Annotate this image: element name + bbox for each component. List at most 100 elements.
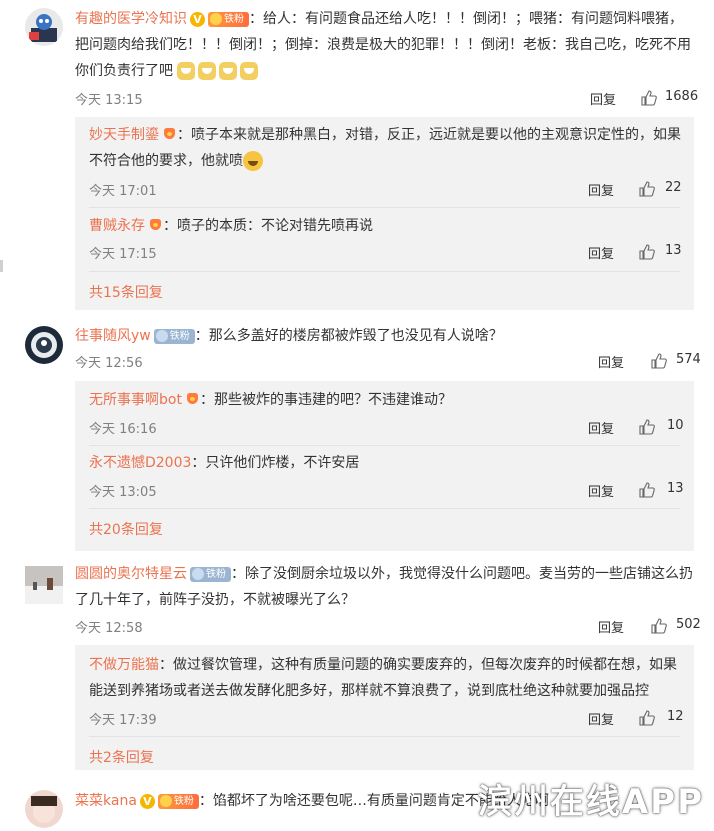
avatar-photo-icon bbox=[25, 566, 63, 604]
avatar-photo-icon bbox=[31, 796, 57, 823]
divider bbox=[89, 508, 680, 509]
author-name[interactable]: 妙天手制鎏 bbox=[89, 127, 159, 143]
fan-heart-icon bbox=[148, 218, 163, 234]
fan-badge-label: 铁粉 bbox=[206, 568, 226, 580]
like-icon[interactable] bbox=[639, 419, 655, 435]
divider bbox=[89, 271, 680, 272]
comment-body: 往事随风yw 铁粉 ：那么多盖好的楼房都被炸毁了也没见有人说啥？ bbox=[75, 323, 694, 349]
sub-replies: 无所事事啊bot ：那些被炸的事违建的吧？不违建谁动？ 今天 16:16 回复 1… bbox=[75, 381, 694, 551]
scroll-marker bbox=[0, 260, 3, 272]
avatar[interactable] bbox=[25, 790, 63, 828]
sub-reply: 永不遗憾D2003：只许他们炸楼，不许安居 bbox=[89, 450, 684, 476]
sub-reply: 妙天手制鎏 ：喷子本来就是那种黑白，对错，反正，远近就是要以他的主观意识定性的，如… bbox=[89, 122, 684, 174]
avatar[interactable] bbox=[25, 326, 63, 364]
like-icon[interactable] bbox=[639, 710, 655, 726]
like-icon[interactable] bbox=[639, 181, 655, 197]
like-count: 574 bbox=[676, 352, 701, 367]
sub-reply: 无所事事啊bot ：那些被炸的事违建的吧？不违建谁动？ bbox=[89, 387, 684, 413]
reply-text: ：只许他们炸楼，不许安居 bbox=[191, 455, 360, 471]
like-icon[interactable] bbox=[641, 90, 657, 106]
sub-reply-meta: 今天 17:39 回复 12 bbox=[89, 709, 684, 729]
verified-icon: V bbox=[139, 793, 155, 809]
reply-button[interactable]: 回复 bbox=[588, 418, 614, 437]
author-name[interactable]: 无所事事啊bot bbox=[89, 392, 182, 408]
fan-badge-label: 铁粉 bbox=[169, 330, 190, 342]
sub-reply-meta: 今天 16:16 回复 10 bbox=[89, 418, 684, 438]
reply-text: ：喷子本来就是那种黑白，对错，反正，远近就是要以他的主观意识定性的，如果不符合他… bbox=[89, 127, 681, 169]
comment-body: 圆圆的奥尔特星云 铁粉 ：除了没倒厨余垃圾以外，我觉得没什么问题吧。麦当劳的一些店铺… bbox=[75, 561, 694, 613]
emoji-cat-icon bbox=[240, 62, 259, 80]
avatar-illustration-icon bbox=[31, 332, 57, 358]
crown-icon bbox=[192, 567, 204, 580]
fan-badge-label: 铁粉 bbox=[173, 795, 194, 807]
like-count: 13 bbox=[667, 481, 684, 496]
reply-button[interactable]: 回复 bbox=[598, 352, 624, 371]
like-count: 10 bbox=[667, 418, 684, 433]
sub-replies: 妙天手制鎏 ：喷子本来就是那种黑白，对错，反正，远近就是要以他的主观意识定性的，如… bbox=[75, 117, 694, 310]
timestamp: 今天 17:39 bbox=[89, 713, 157, 728]
author-name[interactable]: 往事随风yw bbox=[75, 328, 151, 344]
comment-meta: 今天 12:58 回复 502 bbox=[75, 617, 701, 637]
like-count: 22 bbox=[665, 180, 682, 195]
sub-reply: 曹贼永存 ：喷子的本质：不论对错先喷再说 bbox=[89, 213, 684, 239]
reply-text: ：做过餐饮管理，这种有质量问题的确实要废弃的，但每次废弃的时候都在想，如果能送到… bbox=[89, 657, 677, 699]
timestamp: 今天 17:01 bbox=[89, 184, 157, 199]
fan-badge[interactable]: 铁粉 bbox=[190, 566, 231, 582]
more-replies-link[interactable]: 共15条回复 bbox=[89, 282, 163, 302]
timestamp: 今天 13:05 bbox=[89, 485, 157, 500]
like-icon[interactable] bbox=[639, 244, 655, 260]
crown-icon bbox=[155, 329, 168, 342]
sub-reply-meta: 今天 13:05 回复 13 bbox=[89, 481, 684, 501]
author-name[interactable]: 有趣的医学冷知识 bbox=[75, 11, 187, 27]
reply-button[interactable]: 回复 bbox=[588, 481, 614, 500]
reply-button[interactable]: 回复 bbox=[598, 617, 624, 636]
avatar-illustration-icon bbox=[29, 14, 57, 42]
sub-reply-meta: 今天 17:01 回复 22 bbox=[89, 180, 684, 200]
timestamp: 今天 12:56 bbox=[75, 356, 143, 371]
timestamp: 今天 12:58 bbox=[75, 621, 143, 636]
divider bbox=[89, 445, 680, 446]
emoji-laugh-icon bbox=[243, 151, 263, 171]
more-replies-link[interactable]: 共20条回复 bbox=[89, 519, 163, 539]
verified-icon: V bbox=[190, 11, 205, 27]
fan-heart-icon bbox=[185, 392, 200, 408]
emoji-cat-icon bbox=[198, 62, 217, 80]
fan-badge[interactable]: 铁粉 bbox=[157, 793, 199, 809]
more-replies-link[interactable]: 共2条回复 bbox=[89, 747, 154, 767]
crown-icon bbox=[159, 794, 172, 807]
comment-text: ：那么多盖好的楼房都被炸毁了也没见有人说啥？ bbox=[194, 328, 503, 344]
watermark: 滨州在线APP bbox=[477, 782, 704, 822]
author-name[interactable]: 永不遗憾D2003 bbox=[89, 455, 191, 471]
timestamp: 今天 16:16 bbox=[89, 422, 157, 437]
reply-button[interactable]: 回复 bbox=[590, 89, 616, 108]
author-name[interactable]: 圆圆的奥尔特星云 bbox=[75, 566, 187, 582]
reply-button[interactable]: 回复 bbox=[588, 243, 614, 262]
like-icon[interactable] bbox=[639, 482, 655, 498]
fan-badge[interactable]: 铁粉 bbox=[208, 11, 249, 27]
like-icon[interactable] bbox=[651, 618, 667, 634]
comment-body: 有趣的医学冷知识 V 铁粉 ：给人：有问题食品还给人吃！！！倒闭！；喂猪：有问题饲料喂… bbox=[75, 6, 694, 84]
fan-badge[interactable]: 铁粉 bbox=[153, 328, 195, 344]
like-count: 1686 bbox=[665, 89, 699, 104]
divider bbox=[89, 736, 680, 737]
reply-button[interactable]: 回复 bbox=[588, 709, 614, 728]
divider bbox=[89, 207, 680, 208]
timestamp: 今天 17:15 bbox=[89, 247, 157, 262]
reply-text: ：那些被炸的事违建的吧？不违建谁动？ bbox=[199, 392, 452, 408]
fan-badge-label: 铁粉 bbox=[224, 13, 244, 25]
avatar[interactable] bbox=[25, 8, 63, 46]
reply-text: ：喷子的本质：不论对错先喷再说 bbox=[163, 218, 373, 234]
sub-replies: 不做万能猫：做过餐饮管理，这种有质量问题的确实要废弃的，但每次废弃的时候都在想，… bbox=[75, 645, 694, 770]
reply-button[interactable]: 回复 bbox=[588, 180, 614, 199]
like-count: 502 bbox=[676, 617, 701, 632]
comment-meta: 今天 13:15 回复 1686 bbox=[75, 89, 698, 109]
author-name[interactable]: 不做万能猫 bbox=[89, 657, 159, 673]
fan-heart-icon bbox=[162, 127, 177, 143]
timestamp: 今天 13:15 bbox=[75, 93, 143, 108]
author-name[interactable]: 菜菜kana bbox=[75, 793, 137, 809]
like-icon[interactable] bbox=[651, 353, 667, 369]
author-name[interactable]: 曹贼永存 bbox=[89, 218, 145, 234]
crown-icon bbox=[210, 12, 222, 25]
avatar[interactable] bbox=[25, 566, 63, 604]
comment-meta: 今天 12:56 回复 574 bbox=[75, 352, 701, 372]
